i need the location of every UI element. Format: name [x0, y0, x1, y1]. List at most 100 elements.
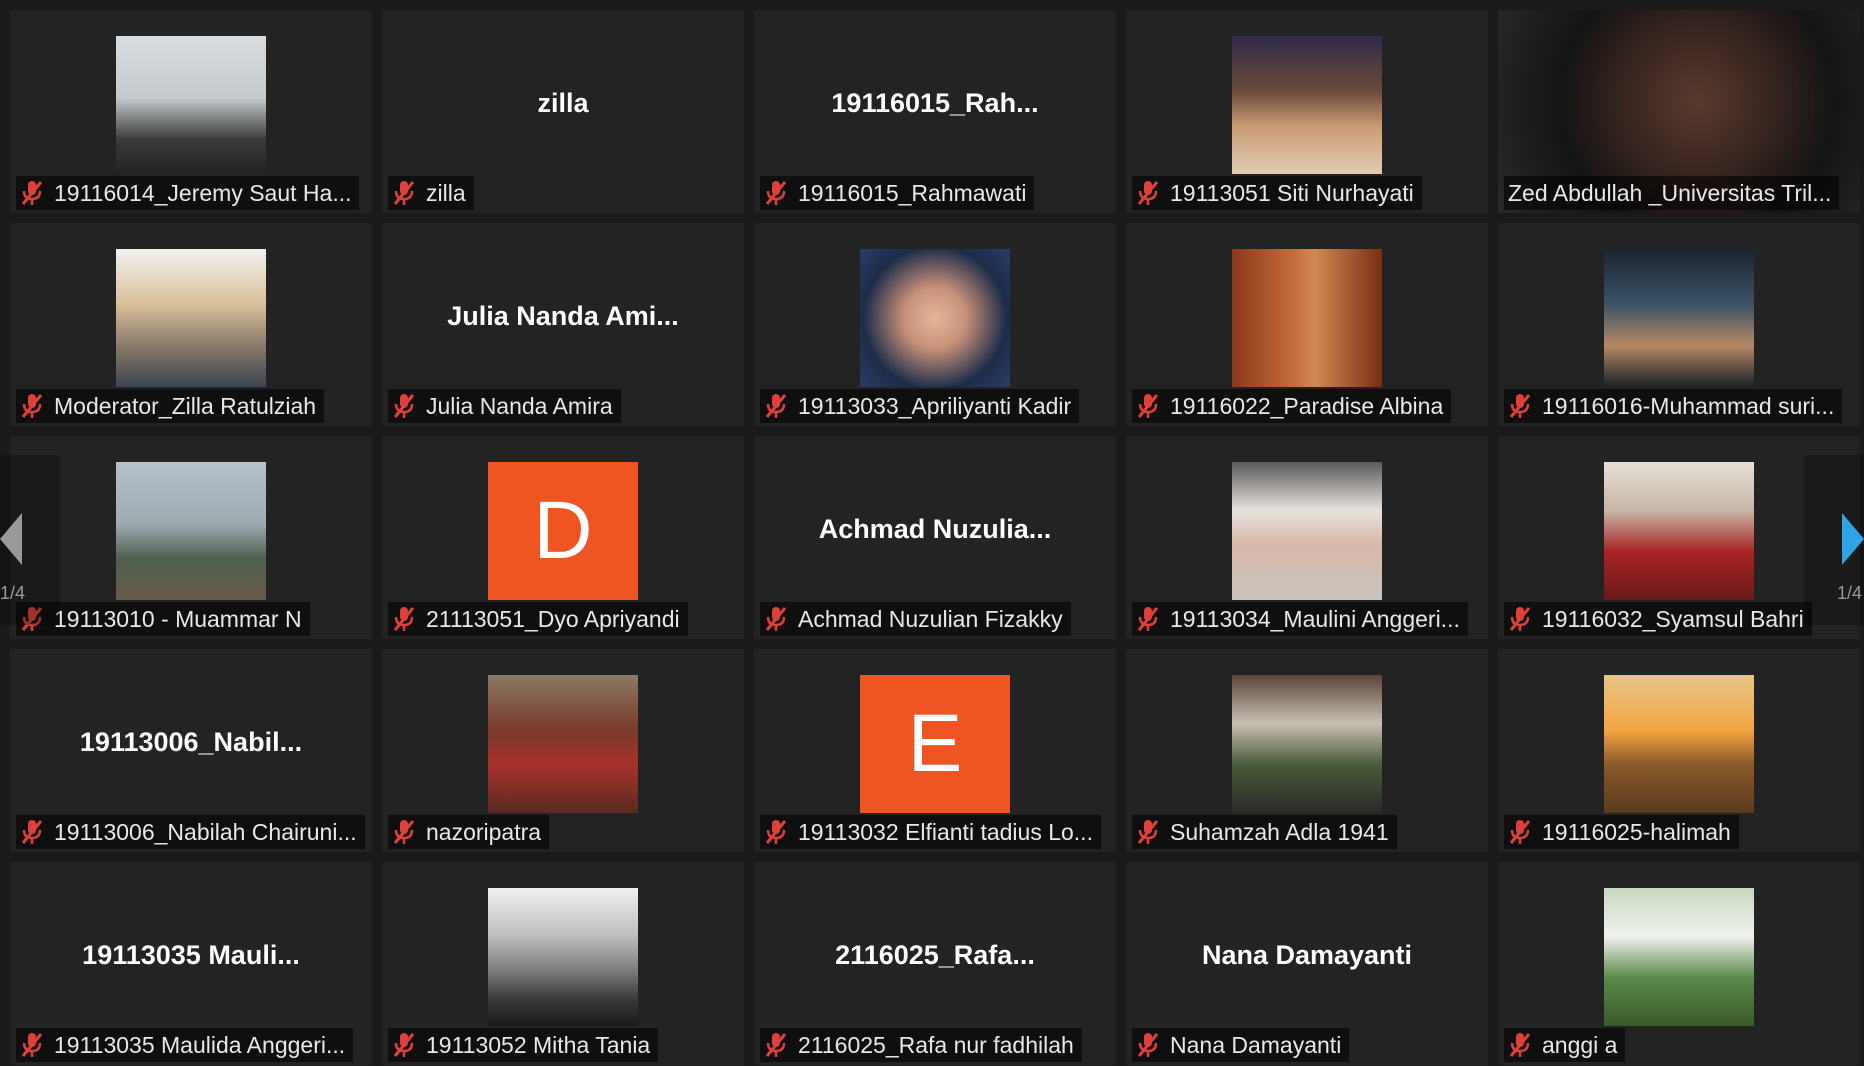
- muted-microphone-icon: [393, 820, 415, 844]
- participant-name: Nana Damayanti: [1170, 1031, 1342, 1058]
- participant-display-name: Nana Damayanti: [1201, 940, 1413, 970]
- participant-name: Moderator_Zilla Ratulziah: [54, 392, 317, 419]
- participant-name-label: Zed Abdullah _Universitas Tril...: [1504, 176, 1840, 210]
- participant-name: 19113034_Maulini Anggeri...: [1170, 605, 1460, 632]
- participant-tile[interactable]: Zed Abdullah _Universitas Tril...: [1498, 10, 1860, 213]
- participant-name-label: 19113033_Apriliyanti Kadir: [760, 389, 1080, 423]
- muted-microphone-icon: [393, 1033, 415, 1057]
- participant-name-label: 19113051 Siti Nurhayati: [1132, 176, 1422, 210]
- participant-tile[interactable]: E 19113032 Elfianti tadius Lo...: [754, 649, 1116, 852]
- participant-video-misty-mountains: [488, 888, 638, 1026]
- participant-name-label: nazoripatra: [388, 815, 550, 849]
- participant-tile[interactable]: D 21113051_Dyo Apriyandi: [382, 436, 744, 639]
- participant-name: 19113006_Nabilah Chairuni...: [54, 818, 357, 845]
- muted-microphone-icon: [21, 181, 43, 205]
- participant-name-label: Julia Nanda Amira: [388, 389, 621, 423]
- muted-microphone-icon: [1137, 1033, 1159, 1057]
- participant-name-label: 21113051_Dyo Apriyandi: [388, 602, 688, 636]
- participant-name: 19113052 Mitha Tania: [426, 1031, 651, 1058]
- muted-microphone-icon: [765, 1033, 787, 1057]
- participant-tile[interactable]: nazoripatra: [382, 649, 744, 852]
- participant-tile[interactable]: 19113051 Siti Nurhayati: [1126, 10, 1488, 213]
- participant-tile[interactable]: anggi a: [1498, 862, 1860, 1065]
- participant-tile[interactable]: 19116015_Rah... 19116015_Rahmawati: [754, 10, 1116, 213]
- participant-tile[interactable]: 19116022_Paradise Albina: [1126, 223, 1488, 426]
- muted-microphone-icon: [21, 1033, 43, 1057]
- muted-microphone-icon: [1137, 607, 1159, 631]
- participant-video-woman-selfie: [860, 249, 1010, 387]
- participant-tile[interactable]: Nana Damayanti Nana Damayanti: [1126, 862, 1488, 1065]
- participant-name-label: Nana Damayanti: [1132, 1028, 1350, 1062]
- participant-name: 21113051_Dyo Apriyandi: [426, 605, 680, 632]
- muted-microphone-icon: [393, 607, 415, 631]
- participant-name: 19113032 Elfianti tadius Lo...: [798, 818, 1093, 845]
- participant-name-label: Suhamzah Adla 1941: [1132, 815, 1397, 849]
- participant-tile[interactable]: 19116025-halimah: [1498, 649, 1860, 852]
- participant-tile[interactable]: Moderator_Zilla Ratulziah: [10, 223, 372, 426]
- muted-microphone-icon: [393, 394, 415, 418]
- participant-video-woman-restaurant: [1232, 36, 1382, 174]
- muted-microphone-icon: [1509, 820, 1531, 844]
- participant-name-label: 19116015_Rahmawati: [760, 176, 1035, 210]
- participant-name-label: 19116014_Jeremy Saut Ha...: [16, 176, 360, 210]
- participant-tile[interactable]: 19113035 Mauli... 19113035 Maulida Angger…: [10, 862, 372, 1065]
- participant-name-label: 19116022_Paradise Albina: [1132, 389, 1452, 423]
- participant-video-woman-white-hijab: [1232, 462, 1382, 600]
- participant-name: Zed Abdullah _Universitas Tril...: [1508, 179, 1832, 206]
- participant-name-label: 19113052 Mitha Tania: [388, 1028, 659, 1062]
- participant-tile[interactable]: 19113033_Apriliyanti Kadir: [754, 223, 1116, 426]
- participant-name: Julia Nanda Amira: [426, 392, 613, 419]
- muted-microphone-icon: [765, 181, 787, 205]
- participant-avatar-letter: E: [860, 675, 1010, 813]
- participant-video-red-crowd-scene: [488, 675, 638, 813]
- muted-microphone-icon: [21, 820, 43, 844]
- participant-name: 19116022_Paradise Albina: [1170, 392, 1444, 419]
- muted-microphone-icon: [1509, 394, 1531, 418]
- participant-tile[interactable]: 19113010 - Muammar N: [10, 436, 372, 639]
- participant-name: 19116032_Syamsul Bahri: [1542, 605, 1804, 632]
- participant-name-label: 19113035 Maulida Anggeri...: [16, 1028, 354, 1062]
- participant-tile[interactable]: zilla zilla: [382, 10, 744, 213]
- participant-gallery: 19116014_Jeremy Saut Ha... zilla zilla 1911…: [10, 10, 1860, 1066]
- participant-tile[interactable]: Achmad Nuzulia... Achmad Nuzulian Fizakky: [754, 436, 1116, 639]
- participant-name-label: 19113032 Elfianti tadius Lo...: [760, 815, 1101, 849]
- participant-name: nazoripatra: [426, 818, 542, 845]
- chevron-left-icon: [0, 513, 22, 565]
- muted-microphone-icon: [1509, 1033, 1531, 1057]
- muted-microphone-icon: [1137, 820, 1159, 844]
- participant-video-sunset-landscape: [1604, 675, 1754, 813]
- participant-video-person-writing: [116, 36, 266, 174]
- participant-name: 19116016-Muhammad suri...: [1542, 392, 1835, 419]
- participant-name: 19113033_Apriliyanti Kadir: [798, 392, 1072, 419]
- participant-tile[interactable]: 19116016-Muhammad suri...: [1498, 223, 1860, 426]
- participant-name: 19113051 Siti Nurhayati: [1170, 179, 1414, 206]
- participant-name: Suhamzah Adla 1941: [1170, 818, 1389, 845]
- participant-name-label: Moderator_Zilla Ratulziah: [16, 389, 325, 423]
- participant-display-name: 19113006_Nabil...: [79, 727, 303, 757]
- participant-display-name: 2116025_Rafa...: [835, 940, 1035, 970]
- participant-tile[interactable]: 2116025_Rafa... 2116025_Rafa nur fadhilah: [754, 862, 1116, 1065]
- participant-tile[interactable]: Suhamzah Adla 1941: [1126, 649, 1488, 852]
- participant-name-label: 19116016-Muhammad suri...: [1504, 389, 1843, 423]
- participant-tile[interactable]: 19113034_Maulini Anggeri...: [1126, 436, 1488, 639]
- participant-tile[interactable]: 19113006_Nabil... 19113006_Nabilah Chairu…: [10, 649, 372, 852]
- participant-tile[interactable]: 19116014_Jeremy Saut Ha...: [10, 10, 372, 213]
- participant-video-person-outdoor-lamp: [116, 462, 266, 600]
- participant-name: 19113010 - Muammar N: [54, 605, 302, 632]
- participant-avatar-letter: D: [488, 462, 638, 600]
- participant-video-woman-hijab: [116, 249, 266, 387]
- next-page-button[interactable]: 1/4: [1804, 455, 1864, 625]
- participant-name-label: zilla: [388, 176, 474, 210]
- muted-microphone-icon: [1137, 181, 1159, 205]
- participant-name: 19116014_Jeremy Saut Ha...: [54, 179, 352, 206]
- participant-tile[interactable]: 19113052 Mitha Tania: [382, 862, 744, 1065]
- participant-display-name: 19113035 Mauli...: [82, 940, 300, 970]
- participant-tile[interactable]: Julia Nanda Ami... Julia Nanda Amira: [382, 223, 744, 426]
- participant-video-man-city-night: [1604, 249, 1754, 387]
- muted-microphone-icon: [1137, 394, 1159, 418]
- chevron-right-icon: [1842, 513, 1864, 565]
- participant-name: 19113035 Maulida Anggeri...: [54, 1031, 346, 1058]
- muted-microphone-icon: [765, 820, 787, 844]
- previous-page-button[interactable]: 1/4: [0, 455, 60, 625]
- participant-display-name: Julia Nanda Ami...: [447, 301, 679, 331]
